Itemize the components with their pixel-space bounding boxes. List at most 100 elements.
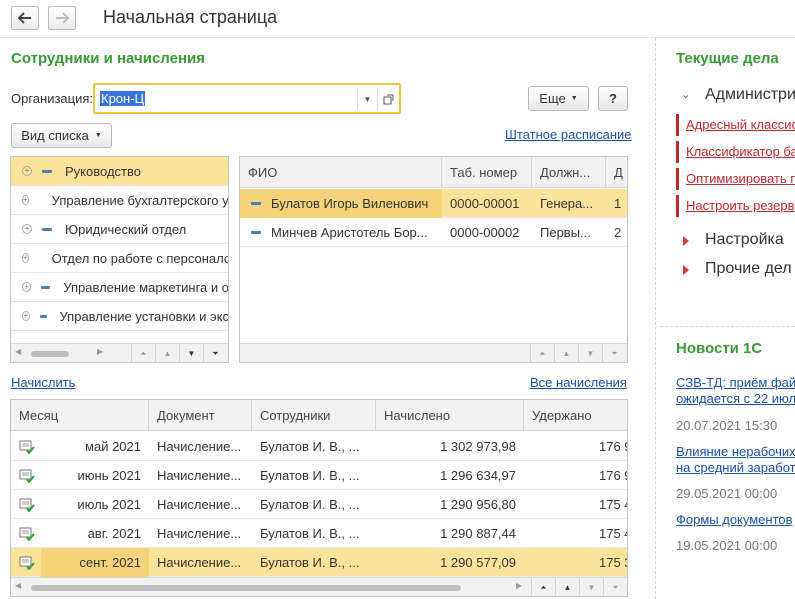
move-first-icon[interactable]: ⏶ bbox=[530, 344, 554, 362]
column-header[interactable]: Сотрудники bbox=[252, 400, 376, 431]
current-tasks-title: Текущие дела bbox=[676, 50, 779, 67]
expand-icon[interactable]: + bbox=[22, 253, 29, 263]
tree-item-label: Управление бухгалтерского учета bbox=[51, 192, 229, 208]
chevron-down-icon[interactable]: ⌄ bbox=[681, 88, 690, 101]
task-link[interactable]: Оптимизировать п bbox=[686, 171, 795, 186]
employees-cell: Булатов И. В., ... bbox=[260, 439, 360, 454]
news-link[interactable]: Влияние нерабочих на средний заработ bbox=[676, 444, 795, 476]
settings-group[interactable]: Настройка bbox=[705, 231, 784, 249]
tree-item[interactable]: + Юридический отдел bbox=[11, 215, 228, 244]
forward-button[interactable] bbox=[48, 6, 76, 30]
table-row[interactable]: авг. 2021 Начисление... Булатов И. В., .… bbox=[11, 519, 627, 548]
accruals-table: Месяц Документ Сотрудники Начислено Удер… bbox=[10, 399, 628, 597]
tree-item[interactable]: + Управление маркетинга и о bbox=[11, 273, 228, 302]
arrow-left-icon bbox=[18, 12, 31, 24]
scroll-right-icon[interactable]: ▶ bbox=[97, 347, 103, 356]
table-row[interactable]: Булатов Игорь Виленович 0000-00001 Генер… bbox=[240, 189, 627, 218]
org-field[interactable]: Крон-Ц ▼ bbox=[93, 83, 401, 114]
expand-arrow-icon[interactable] bbox=[683, 236, 689, 246]
column-header[interactable]: Месяц bbox=[11, 400, 149, 431]
accrued-cell: 1 302 973,98 bbox=[440, 439, 516, 454]
column-header[interactable]: Удержано bbox=[524, 400, 627, 431]
page-title: Начальная страница bbox=[103, 7, 278, 27]
expand-icon[interactable]: + bbox=[22, 282, 32, 292]
move-down-icon[interactable]: ▼ bbox=[579, 578, 603, 596]
all-accruals-link[interactable]: Все начисления bbox=[530, 375, 627, 390]
tree-item[interactable]: + Отдел по работе с персоналом bbox=[11, 244, 228, 273]
move-last-icon[interactable]: ⏷ bbox=[602, 344, 626, 362]
tree-item[interactable]: + Руководство bbox=[11, 157, 228, 186]
column-header[interactable]: ФИО bbox=[240, 157, 442, 188]
news-line: Формы документов bbox=[676, 512, 793, 527]
more-button[interactable]: Еще ▼ bbox=[528, 86, 589, 111]
expand-icon[interactable]: + bbox=[22, 311, 30, 321]
task-link[interactable]: Классификатор ба bbox=[686, 144, 795, 159]
chevron-down-icon: ▼ bbox=[570, 95, 578, 102]
table-row[interactable]: июль 2021 Начисление... Булатов И. В., .… bbox=[11, 490, 627, 519]
withheld-cell: 175 4 bbox=[599, 526, 627, 541]
back-button[interactable] bbox=[11, 6, 39, 30]
help-button[interactable]: ? bbox=[598, 86, 628, 111]
column-header[interactable]: Д bbox=[606, 157, 627, 188]
move-down-icon[interactable]: ▼ bbox=[179, 344, 203, 362]
expand-icon[interactable]: + bbox=[22, 195, 29, 205]
panel-divider bbox=[660, 326, 795, 327]
news-link[interactable]: Формы документов bbox=[676, 512, 793, 528]
move-up-icon[interactable]: ▲ bbox=[555, 578, 579, 596]
staff-schedule-link[interactable]: Штатное расписание bbox=[505, 127, 632, 142]
tree-item[interactable]: + Управление бухгалтерского учета bbox=[11, 186, 229, 215]
admin-group[interactable]: Администри bbox=[705, 86, 795, 104]
move-last-icon[interactable]: ⏷ bbox=[203, 344, 227, 362]
calculate-link[interactable]: Начислить bbox=[11, 375, 75, 390]
month-cell: июнь 2021 bbox=[77, 468, 142, 483]
table-row[interactable]: сент. 2021 Начисление... Булатов И. В., … bbox=[11, 548, 627, 577]
table-row[interactable]: май 2021 Начисление... Булатов И. В., ..… bbox=[11, 432, 627, 461]
list-view-button[interactable]: Вид списка ▼ bbox=[11, 123, 112, 148]
move-down-icon[interactable]: ▼ bbox=[578, 344, 602, 362]
document-cell: Начисление... bbox=[157, 497, 242, 512]
move-first-icon[interactable]: ⏶ bbox=[531, 578, 555, 596]
horizontal-scrollbar[interactable] bbox=[31, 351, 69, 357]
tree-footer: ◀ ▶ ⏶ ▲ ▼ ⏷ bbox=[11, 343, 228, 362]
move-first-icon[interactable]: ⏶ bbox=[131, 344, 155, 362]
move-last-icon[interactable]: ⏷ bbox=[603, 578, 627, 596]
accrued-cell: 1 290 887,44 bbox=[440, 526, 516, 541]
alert-marker bbox=[676, 195, 679, 217]
news-link[interactable]: СЗВ-ТД: приём фай ожидается с 22 июл bbox=[676, 375, 795, 407]
news-date: 20.07.2021 15:30 bbox=[676, 418, 778, 433]
arrow-right-icon bbox=[56, 12, 69, 24]
column-header[interactable]: Документ bbox=[149, 400, 252, 431]
org-input[interactable]: Крон-Ц bbox=[100, 91, 146, 106]
other-group[interactable]: Прочие дел bbox=[705, 260, 792, 278]
table-row[interactable]: Минчев Аристотель Бор... 0000-00002 Перв… bbox=[240, 218, 627, 247]
tree-item-label: Управление установки и экс bbox=[59, 308, 229, 324]
move-up-icon[interactable]: ▲ bbox=[155, 344, 179, 362]
horizontal-scrollbar[interactable] bbox=[31, 585, 461, 591]
department-icon bbox=[42, 169, 52, 173]
org-open[interactable] bbox=[377, 88, 398, 110]
column-header[interactable]: Должн... bbox=[532, 157, 606, 188]
expand-icon[interactable]: + bbox=[22, 224, 32, 234]
posted-document-icon bbox=[11, 548, 41, 577]
scroll-right-icon[interactable]: ▶ bbox=[516, 581, 522, 590]
column-header[interactable]: Начислено bbox=[376, 400, 524, 431]
document-cell: Начисление... bbox=[157, 555, 242, 570]
month-cell: авг. 2021 bbox=[87, 526, 141, 541]
scroll-left-icon[interactable]: ◀ bbox=[15, 347, 21, 356]
table-row[interactable]: июнь 2021 Начисление... Булатов И. В., .… bbox=[11, 461, 627, 490]
column-header[interactable]: Таб. номер bbox=[442, 157, 532, 188]
task-link[interactable]: Адресный классис bbox=[686, 117, 795, 132]
tree-item-label: Руководство bbox=[65, 163, 141, 179]
withheld-cell: 175 3 bbox=[599, 555, 627, 570]
expand-icon[interactable]: + bbox=[22, 166, 32, 176]
tree-item[interactable]: + Управление установки и экс bbox=[11, 302, 229, 331]
move-up-icon[interactable]: ▲ bbox=[554, 344, 578, 362]
posted-document-icon bbox=[11, 490, 41, 519]
task-link[interactable]: Настроить резерв bbox=[686, 198, 795, 213]
scroll-left-icon[interactable]: ◀ bbox=[15, 581, 21, 590]
month-cell: июль 2021 bbox=[77, 497, 141, 512]
org-dropdown[interactable]: ▼ bbox=[357, 88, 377, 110]
employees-table: ФИО Таб. номер Должн... Д Булатов Игорь … bbox=[239, 156, 628, 363]
expand-arrow-icon[interactable] bbox=[683, 265, 689, 275]
withheld-cell: 176 9 bbox=[599, 468, 627, 483]
